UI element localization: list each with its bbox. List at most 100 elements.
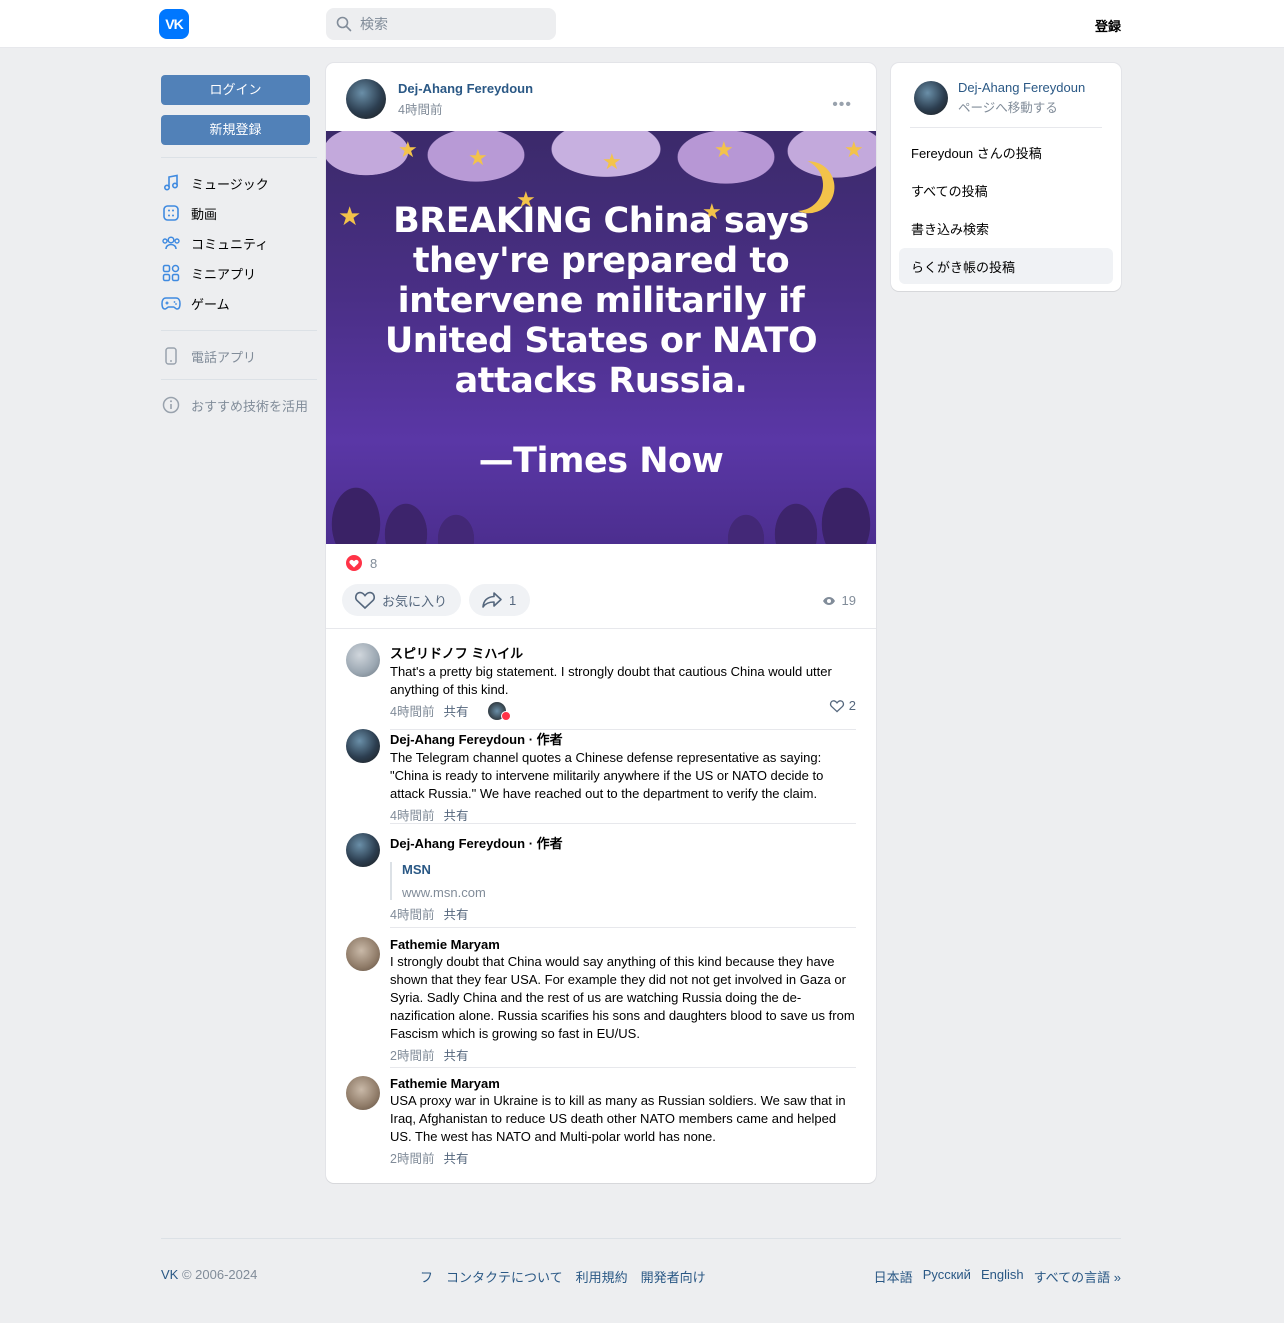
star-icon: ★ [468, 145, 488, 170]
link-preview[interactable]: MSN www.msn.com [390, 862, 856, 900]
share-button[interactable]: 1 [469, 584, 531, 616]
profile-name[interactable]: Dej-Ahang Fereydoun [958, 80, 1085, 95]
comment-share-link[interactable]: 共有 [443, 904, 468, 923]
nav-label: ミュージック [191, 176, 269, 192]
lang-russian[interactable]: Русский [923, 1267, 971, 1286]
nav-item-phone-app[interactable]: 電話アプリ [161, 341, 317, 371]
top-bar: VK 登録 [0, 0, 1284, 48]
comment-text: I strongly doubt that China would say an… [390, 954, 855, 1041]
star-icon: ★ [844, 137, 864, 162]
post-header: Dej-Ahang Fereydoun 4時間前 [346, 79, 533, 119]
copyright-text: © 2006-2024 [181, 1267, 258, 1282]
nav-label: おすすめ技術を活用 [191, 398, 309, 414]
commenter-avatar[interactable] [346, 1076, 380, 1110]
link-title[interactable]: MSN [402, 862, 856, 877]
likes-summary[interactable]: 8 [346, 555, 377, 571]
commenter-name[interactable]: Fathemie Maryam [390, 1076, 856, 1091]
share-icon [482, 592, 502, 608]
lang-all[interactable]: すべての言語 » [1034, 1267, 1121, 1286]
post-image[interactable]: ★ ★ ★ ★ ★ ★ ★ ★ BREAKING China says they… [326, 131, 876, 544]
heart-outline-icon [354, 591, 376, 610]
profile-avatar[interactable] [914, 81, 948, 115]
commenter-avatar[interactable] [346, 643, 380, 677]
comment-divider [390, 927, 856, 928]
goto-page-link[interactable]: ページへ移動する [958, 97, 1085, 116]
comment-time[interactable]: 4時間前 [390, 701, 434, 720]
commenter-name[interactable]: Fathemie Maryam [390, 937, 856, 952]
right-sidebar: Dej-Ahang Fereydoun ページへ移動する Fereydoun さ… [891, 63, 1121, 291]
nav-item-mini-apps[interactable]: ミニアプリ [161, 258, 317, 288]
image-headline: BREAKING China says they're prepared to … [356, 201, 846, 481]
footer-link-terms[interactable]: 利用規約 [576, 1267, 628, 1286]
nav-label: 電話アプリ [191, 349, 257, 365]
lang-english[interactable]: English [981, 1267, 1024, 1286]
menu-item-owner-posts[interactable]: Fereydoun さんの投稿 [899, 134, 1113, 170]
divider [910, 127, 1102, 128]
comment-time[interactable]: 2時間前 [390, 1045, 434, 1064]
likes-count: 8 [370, 555, 378, 571]
comment-time[interactable]: 2時間前 [390, 1148, 434, 1167]
commenter-avatar[interactable] [346, 729, 380, 763]
heart-badge-icon [501, 710, 512, 721]
more-options-icon[interactable]: ••• [832, 96, 852, 114]
commenter-name[interactable]: Dej-Ahang Fereydoun [390, 732, 525, 747]
comment-time[interactable]: 4時間前 [390, 904, 434, 923]
divider [161, 330, 317, 331]
star-icon: ★ [602, 149, 622, 174]
author-badge: · 作者 [528, 836, 563, 851]
footer-link[interactable]: フ [420, 1267, 433, 1286]
search-icon [336, 16, 352, 32]
info-icon [161, 395, 181, 415]
search-box[interactable] [326, 8, 556, 40]
video-icon [161, 203, 181, 223]
nav-item-music[interactable]: ミュージック [161, 168, 317, 198]
login-button[interactable]: ログイン [161, 75, 310, 105]
commenter-name[interactable]: Dej-Ahang Fereydoun [390, 836, 525, 851]
heart-outline-icon [829, 699, 844, 712]
comment-text: The Telegram channel quotes a Chinese de… [390, 750, 824, 801]
divider [161, 379, 317, 380]
signup-button[interactable]: 新規登録 [161, 115, 310, 145]
comments-section: スピリドノフ ミハイル That's a pretty big statemen… [326, 628, 876, 1166]
footer-links: フ コンタクテについて 利用規約 開発者向け [420, 1267, 719, 1286]
vk-logo[interactable]: VK [159, 9, 189, 39]
nav-item-games[interactable]: ゲーム [161, 288, 317, 318]
footer-link-about[interactable]: コンタクテについて [446, 1267, 563, 1286]
author-avatar[interactable] [346, 79, 386, 119]
like-button[interactable]: お気に入り [342, 584, 462, 616]
comment-share-link[interactable]: 共有 [443, 701, 468, 720]
eye-icon [822, 596, 835, 605]
comment-like-button[interactable]: 2 [829, 698, 856, 713]
author-name[interactable]: Dej-Ahang Fereydoun [398, 81, 533, 96]
language-links: 日本語 Русский English すべての言語 » [864, 1267, 1121, 1286]
commenter-avatar[interactable] [346, 833, 380, 867]
comment-share-link[interactable]: 共有 [443, 1148, 468, 1167]
comment-share-link[interactable]: 共有 [443, 1045, 468, 1064]
post-time[interactable]: 4時間前 [398, 99, 533, 118]
phone-icon [161, 346, 181, 366]
liker-avatar[interactable] [488, 701, 512, 721]
footer-brand[interactable]: VK [161, 1267, 178, 1282]
nav-item-video[interactable]: 動画 [161, 198, 317, 228]
menu-item-graffiti-posts[interactable]: らくがき帳の投稿 [899, 248, 1113, 284]
nav-item-community[interactable]: コミュニティ [161, 228, 317, 258]
menu-item-all-posts[interactable]: すべての投稿 [899, 172, 1113, 208]
music-note-icon [161, 173, 181, 193]
comment-time[interactable]: 4時間前 [390, 805, 434, 824]
headline-source: —Times Now [478, 441, 724, 481]
footer-link-developers[interactable]: 開発者向け [641, 1267, 706, 1286]
lang-japanese[interactable]: 日本語 [874, 1267, 913, 1286]
search-input[interactable] [360, 16, 550, 32]
nav-item-recommend[interactable]: おすすめ技術を活用 [161, 390, 317, 420]
menu-item-search-posts[interactable]: 書き込み検索 [899, 210, 1113, 246]
left-sidebar: ログイン 新規登録 ミュージック 動画 コミュニティ ミニアプリ ゲーム 電話ア… [161, 75, 317, 420]
commenter-name[interactable]: スピリドノフ ミハイル [390, 643, 856, 662]
community-icon [161, 233, 181, 253]
nav-label: 動画 [191, 206, 218, 222]
comment-share-link[interactable]: 共有 [443, 805, 468, 824]
register-link[interactable]: 登録 [1095, 16, 1121, 35]
profile-link[interactable]: Dej-Ahang Fereydoun ページへ移動する [914, 80, 1085, 116]
comment-text: That's a pretty big statement. I strongl… [390, 664, 832, 697]
nav-label: ゲーム [191, 296, 230, 312]
commenter-avatar[interactable] [346, 937, 380, 971]
